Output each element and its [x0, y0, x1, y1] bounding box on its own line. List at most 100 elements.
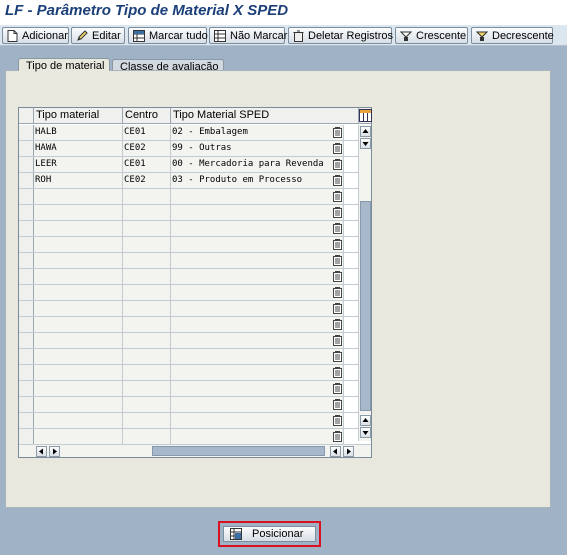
value-help-icon[interactable]	[333, 207, 343, 218]
table-cell[interactable]	[171, 301, 344, 316]
table-cell[interactable]: 02 - Embalagem	[171, 125, 344, 140]
scroll-left-end-button[interactable]	[49, 446, 60, 457]
table-row[interactable]: ROH CE02 03 - Produto em Processo	[19, 173, 359, 189]
table-row[interactable]	[19, 189, 359, 205]
table-cell[interactable]	[171, 205, 344, 220]
table-cell[interactable]	[34, 413, 123, 428]
row-selector[interactable]	[19, 125, 34, 140]
scroll-up-end-button[interactable]	[360, 138, 371, 149]
table-row[interactable]	[19, 381, 359, 397]
table-cell[interactable]: ROH	[34, 173, 123, 188]
table-cell[interactable]: HAWA	[34, 141, 123, 156]
table-cell[interactable]	[34, 205, 123, 220]
table-row[interactable]	[19, 333, 359, 349]
table-cell[interactable]: 03 - Produto em Processo	[171, 173, 344, 188]
value-help-icon[interactable]	[333, 399, 343, 410]
table-cell[interactable]: CE02	[123, 173, 171, 188]
row-selector[interactable]	[19, 189, 34, 204]
table-cell[interactable]	[123, 205, 171, 220]
row-selector[interactable]	[19, 205, 34, 220]
table-cell[interactable]	[123, 413, 171, 428]
scroll-right-start-button[interactable]	[330, 446, 341, 457]
vertical-scrollbar[interactable]	[358, 125, 371, 441]
table-cell[interactable]	[34, 349, 123, 364]
row-selector[interactable]	[19, 141, 34, 156]
table-cell[interactable]	[34, 333, 123, 348]
select-all-button[interactable]: Marcar tudo	[128, 27, 208, 44]
table-row[interactable]	[19, 349, 359, 365]
table-cell[interactable]	[123, 189, 171, 204]
row-selector[interactable]	[19, 285, 34, 300]
row-selector[interactable]	[19, 381, 34, 396]
value-help-icon[interactable]	[333, 431, 343, 442]
table-cell[interactable]	[123, 269, 171, 284]
table-row[interactable]	[19, 221, 359, 237]
value-help-icon[interactable]	[333, 319, 343, 330]
table-row[interactable]	[19, 269, 359, 285]
table-cell[interactable]	[123, 365, 171, 380]
table-cell[interactable]	[171, 269, 344, 284]
value-help-icon[interactable]	[333, 383, 343, 394]
table-row[interactable]	[19, 237, 359, 253]
value-help-icon[interactable]	[333, 351, 343, 362]
table-cell[interactable]	[171, 349, 344, 364]
scroll-down-button[interactable]	[360, 427, 371, 438]
scroll-down-start-button[interactable]	[360, 415, 371, 426]
table-row[interactable]	[19, 397, 359, 413]
table-cell[interactable]	[34, 253, 123, 268]
table-cell[interactable]: LEER	[34, 157, 123, 172]
table-cell[interactable]	[123, 429, 171, 444]
row-selector[interactable]	[19, 253, 34, 268]
table-row[interactable]: HAWA CE02 99 - Outras	[19, 141, 359, 157]
table-cell[interactable]	[123, 397, 171, 412]
table-row[interactable]	[19, 317, 359, 333]
column-header-material-type[interactable]: Tipo material	[34, 108, 123, 123]
row-selector[interactable]	[19, 317, 34, 332]
horizontal-scrollbar[interactable]	[19, 444, 371, 457]
value-help-icon[interactable]	[333, 271, 343, 282]
value-help-icon[interactable]	[333, 303, 343, 314]
position-button[interactable]: Posicionar	[223, 526, 316, 542]
row-selector[interactable]	[19, 301, 34, 316]
scroll-right-button[interactable]	[343, 446, 354, 457]
table-cell[interactable]: CE01	[123, 157, 171, 172]
table-cell[interactable]	[34, 397, 123, 412]
column-header-center[interactable]: Centro	[123, 108, 171, 123]
row-selector[interactable]	[19, 397, 34, 412]
table-cell[interactable]	[34, 381, 123, 396]
horizontal-scroll-thumb[interactable]	[152, 446, 325, 456]
table-cell[interactable]	[171, 429, 344, 444]
table-cell[interactable]	[171, 333, 344, 348]
column-header-sped-material-type[interactable]: Tipo Material SPED	[171, 108, 359, 123]
value-help-icon[interactable]	[333, 191, 343, 202]
value-help-icon[interactable]	[333, 335, 343, 346]
table-cell[interactable]	[34, 269, 123, 284]
table-cell[interactable]	[123, 333, 171, 348]
table-row[interactable]	[19, 301, 359, 317]
vertical-scroll-thumb[interactable]	[360, 201, 371, 411]
value-help-icon[interactable]	[333, 287, 343, 298]
table-cell[interactable]	[171, 381, 344, 396]
table-cell[interactable]	[171, 221, 344, 236]
table-row[interactable]	[19, 429, 359, 445]
table-cell[interactable]	[171, 317, 344, 332]
value-help-icon[interactable]	[333, 159, 343, 170]
table-row[interactable]: LEER CE01 00 - Mercadoria para Revenda	[19, 157, 359, 173]
table-cell[interactable]	[171, 237, 344, 252]
table-cell[interactable]	[34, 285, 123, 300]
table-cell[interactable]	[123, 317, 171, 332]
scroll-up-button[interactable]	[360, 126, 371, 137]
delete-records-button[interactable]: Deletar Registros	[288, 27, 393, 44]
value-help-icon[interactable]	[333, 255, 343, 266]
value-help-icon[interactable]	[333, 223, 343, 234]
table-cell[interactable]	[34, 221, 123, 236]
table-cell[interactable]: CE02	[123, 141, 171, 156]
table-cell[interactable]: HALB	[34, 125, 123, 140]
table-cell[interactable]	[34, 317, 123, 332]
row-selector[interactable]	[19, 333, 34, 348]
table-cell[interactable]	[123, 381, 171, 396]
value-help-icon[interactable]	[333, 143, 343, 154]
add-button[interactable]: Adicionar	[2, 27, 69, 44]
table-cell[interactable]	[171, 253, 344, 268]
table-cell[interactable]	[171, 365, 344, 380]
